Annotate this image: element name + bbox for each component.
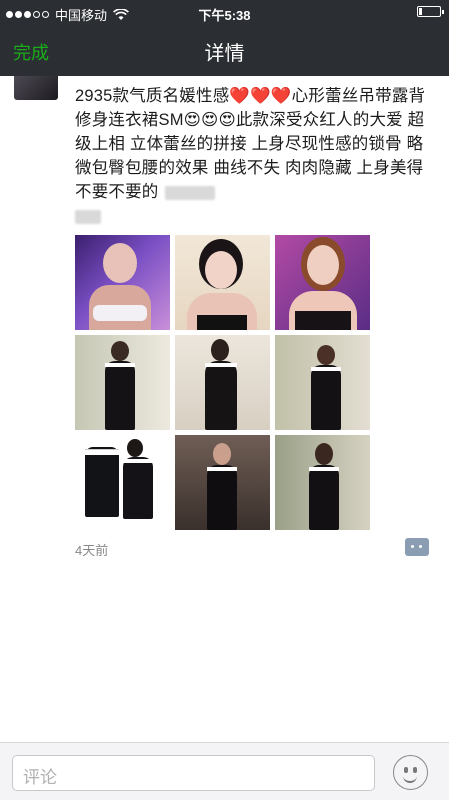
post-image-5[interactable] — [175, 335, 270, 430]
blurred-text — [75, 209, 101, 224]
post-detail: 2935款气质名媛性感❤️❤️❤️心形蕾丝吊带露背修身连衣裙SM😍😍😍此款深受众… — [0, 76, 449, 742]
battery-icon — [417, 6, 444, 17]
post-image-3[interactable] — [275, 235, 370, 330]
post-image-8[interactable] — [175, 435, 270, 530]
post-image-7[interactable] — [75, 435, 170, 530]
status-bar: 中国移动 下午5:38 — [0, 0, 449, 24]
post-image-2[interactable] — [175, 235, 270, 330]
post-image-1[interactable] — [75, 235, 170, 330]
post-timestamp: 4天前 — [75, 543, 109, 558]
post-image-4[interactable] — [75, 335, 170, 430]
navigation-bar: 完成 详情 — [0, 24, 449, 76]
post-image-6[interactable] — [275, 335, 370, 430]
comment-bar: 评论 — [0, 742, 449, 800]
post-text: 2935款气质名媛性感❤️❤️❤️心形蕾丝吊带露背修身连衣裙SM😍😍😍此款深受众… — [75, 84, 437, 228]
post-image-9[interactable] — [275, 435, 370, 530]
post-body: 2935款气质名媛性感❤️❤️❤️心形蕾丝吊带露背修身连衣裙SM😍😍😍此款深受众… — [75, 87, 426, 201]
comment-icon[interactable] — [405, 538, 429, 556]
avatar[interactable] — [14, 76, 58, 100]
emoji-icon[interactable] — [393, 755, 428, 790]
comment-input[interactable]: 评论 — [12, 755, 375, 791]
blurred-text — [164, 185, 215, 200]
page-title: 详情 — [204, 43, 245, 65]
clock: 下午5:38 — [198, 8, 251, 23]
